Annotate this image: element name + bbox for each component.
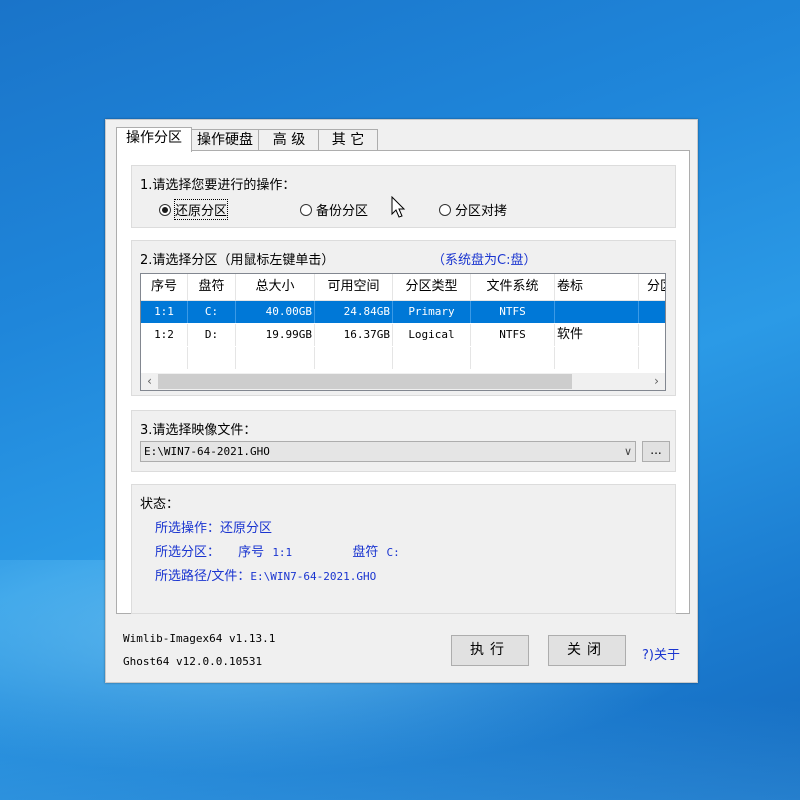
status-path-label: 所选路径/文件：	[155, 569, 251, 584]
image-title: 3.请选择映像文件：	[140, 423, 257, 438]
table-header: 序号 盘符 总大小 可用空间 分区类型 文件系统 卷标 分区	[141, 274, 665, 301]
cell-fs: NTFS	[471, 324, 555, 346]
image-path-combo[interactable]: E:\WIN7-64-2021.GHO ∨	[140, 441, 636, 462]
radio-checked-icon	[159, 203, 171, 216]
browse-button[interactable]: ...	[642, 441, 670, 462]
scrollbar-thumb[interactable]	[158, 374, 572, 389]
col-header-fs[interactable]: 文件系统	[471, 274, 555, 300]
execute-button[interactable]: 执行	[451, 635, 529, 666]
radio-backup-partition[interactable]: 备份分区	[300, 200, 368, 219]
status-part-label: 所选分区：	[155, 545, 221, 560]
radio-unchecked-icon	[439, 203, 451, 216]
chevron-down-icon[interactable]: ∨	[624, 442, 632, 461]
cell-label	[555, 301, 639, 323]
tab-operate-partition[interactable]: 操作分区	[116, 127, 192, 152]
desktop-glow-lower	[0, 700, 800, 800]
cell-partition	[639, 324, 665, 346]
cell-total: 40.00GB	[236, 301, 315, 323]
col-header-type[interactable]: 分区类型	[393, 274, 471, 300]
status-seq-label: 序号	[238, 545, 265, 560]
cell-type: Primary	[393, 301, 471, 323]
tab-advanced[interactable]: 高 级	[258, 129, 320, 151]
status-op-value: 还原分区	[220, 521, 273, 536]
radio-restore-partition[interactable]: 还原分区	[159, 199, 229, 220]
mouse-cursor-icon	[391, 196, 406, 218]
cell-total: 19.99GB	[236, 324, 315, 346]
col-header-partition[interactable]: 分区	[639, 274, 665, 300]
close-button[interactable]: 关闭	[548, 635, 626, 666]
partition-group: 2.请选择分区（用鼠标左键单击） （系统盘为C:盘） 序号 盘符 总大小 可用空…	[131, 240, 676, 396]
cell-partition	[639, 301, 665, 323]
table-row[interactable]: 1:1 C: 40.00GB 24.84GB Primary NTFS	[141, 301, 665, 323]
status-path-value: E:\WIN7-64-2021.GHO	[250, 570, 377, 583]
image-group: 3.请选择映像文件： E:\WIN7-64-2021.GHO ∨ ...	[131, 410, 676, 472]
status-partition: 所选分区： 序号 1:1 盘符 C:	[155, 541, 400, 560]
version-ghost: Ghost64 v12.0.0.10531	[123, 655, 263, 668]
status-title: 状态：	[140, 497, 180, 512]
partition-table: 序号 盘符 总大小 可用空间 分区类型 文件系统 卷标 分区 1:1 C: 40…	[140, 273, 666, 391]
radio-copy-partition[interactable]: 分区对拷	[439, 200, 507, 219]
col-header-seq[interactable]: 序号	[141, 274, 188, 300]
radio-restore-label: 还原分区	[173, 199, 229, 220]
col-header-drive[interactable]: 盘符	[188, 274, 236, 300]
cell-drive: D:	[188, 324, 236, 346]
col-header-total[interactable]: 总大小	[236, 274, 315, 300]
cell-type: Logical	[393, 324, 471, 346]
radio-backup-label: 备份分区	[316, 204, 369, 219]
cell-drive: C:	[188, 301, 236, 323]
cell-seq: 1:1	[141, 301, 188, 323]
cell-free: 16.37GB	[315, 324, 393, 346]
image-path-value: E:\WIN7-64-2021.GHO	[144, 445, 270, 458]
about-link[interactable]: ?)关于	[642, 644, 680, 663]
chevron-left-icon[interactable]: ‹	[141, 373, 158, 390]
horizontal-scrollbar[interactable]: ‹ ›	[141, 373, 665, 390]
tab-operate-disk[interactable]: 操作硬盘	[190, 129, 260, 151]
col-header-label[interactable]: 卷标	[555, 274, 639, 300]
status-seq-value: 1:1	[272, 546, 293, 559]
status-path: 所选路径/文件：E:\WIN7-64-2021.GHO	[155, 565, 376, 584]
cell-free: 24.84GB	[315, 301, 393, 323]
system-disk-note: （系统盘为C:盘）	[432, 253, 537, 268]
cell-fs: NTFS	[471, 301, 555, 323]
radio-copy-label: 分区对拷	[455, 204, 508, 219]
cell-seq: 1:2	[141, 324, 188, 346]
version-wimlib: Wimlib-Imagex64 v1.13.1	[123, 632, 276, 645]
cell-label: 软件	[555, 324, 639, 346]
status-drive-value: C:	[386, 546, 400, 559]
tab-other[interactable]: 其 它	[318, 129, 378, 151]
chevron-right-icon[interactable]: ›	[648, 373, 665, 390]
status-group: 状态： 所选操作：还原分区 所选分区： 序号 1:1 盘符 C: 所选路径/文件…	[131, 484, 676, 614]
col-header-free[interactable]: 可用空间	[315, 274, 393, 300]
partition-title: 2.请选择分区（用鼠标左键单击）	[140, 253, 335, 268]
table-row-empty	[141, 347, 665, 369]
radio-unchecked-icon	[300, 203, 312, 216]
operation-title: 1.请选择您要进行的操作：	[140, 178, 296, 193]
status-op-label: 所选操作：	[155, 521, 221, 536]
status-operation: 所选操作：还原分区	[155, 517, 272, 536]
table-row[interactable]: 1:2 D: 19.99GB 16.37GB Logical NTFS 软件	[141, 324, 665, 346]
status-drive-label: 盘符	[352, 545, 379, 560]
